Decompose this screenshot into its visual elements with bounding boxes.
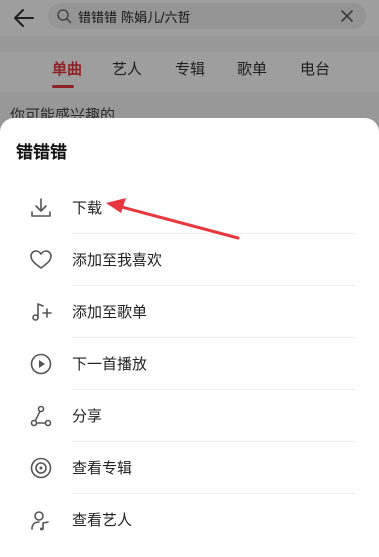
play-next-icon: [28, 351, 54, 377]
song-actions-sheet: 错错错 下载 添加至我喜欢 添加至歌单 下一首播放 分享 查看专辑 查看艺人: [0, 118, 379, 557]
sheet-title: 错错错: [16, 143, 67, 163]
menu-item-label: 下一首播放: [72, 355, 148, 373]
album-icon: [28, 455, 54, 481]
search-result-screen: 错错错 陈娟儿/六哲 单曲 艺人 专辑 歌单 电台 你可能感兴趣的 错错错 下载…: [0, 0, 379, 557]
action-menu: 下载 添加至我喜欢 添加至歌单 下一首播放 分享 查看专辑 查看艺人: [0, 182, 379, 546]
menu-item-label: 查看艺人: [72, 511, 133, 529]
menu-item-play-next[interactable]: 下一首播放: [0, 338, 379, 390]
menu-item-view-artist[interactable]: 查看艺人: [0, 494, 379, 546]
share-icon: [28, 403, 54, 429]
download-icon: [28, 195, 54, 221]
heart-icon: [28, 247, 54, 273]
menu-item-label: 添加至我喜欢: [72, 251, 163, 269]
menu-item-label: 分享: [72, 407, 103, 425]
menu-item-label: 查看专辑: [72, 459, 133, 477]
menu-item-add-to-playlist[interactable]: 添加至歌单: [0, 286, 379, 338]
add-to-playlist-icon: [28, 299, 54, 325]
menu-item-label: 下载: [72, 199, 103, 217]
menu-item-label: 添加至歌单: [72, 303, 148, 321]
menu-item-add-to-favorites[interactable]: 添加至我喜欢: [0, 234, 379, 286]
menu-item-download[interactable]: 下载: [0, 182, 379, 234]
menu-item-share[interactable]: 分享: [0, 390, 379, 442]
menu-item-view-album[interactable]: 查看专辑: [0, 442, 379, 494]
artist-icon: [28, 507, 54, 533]
